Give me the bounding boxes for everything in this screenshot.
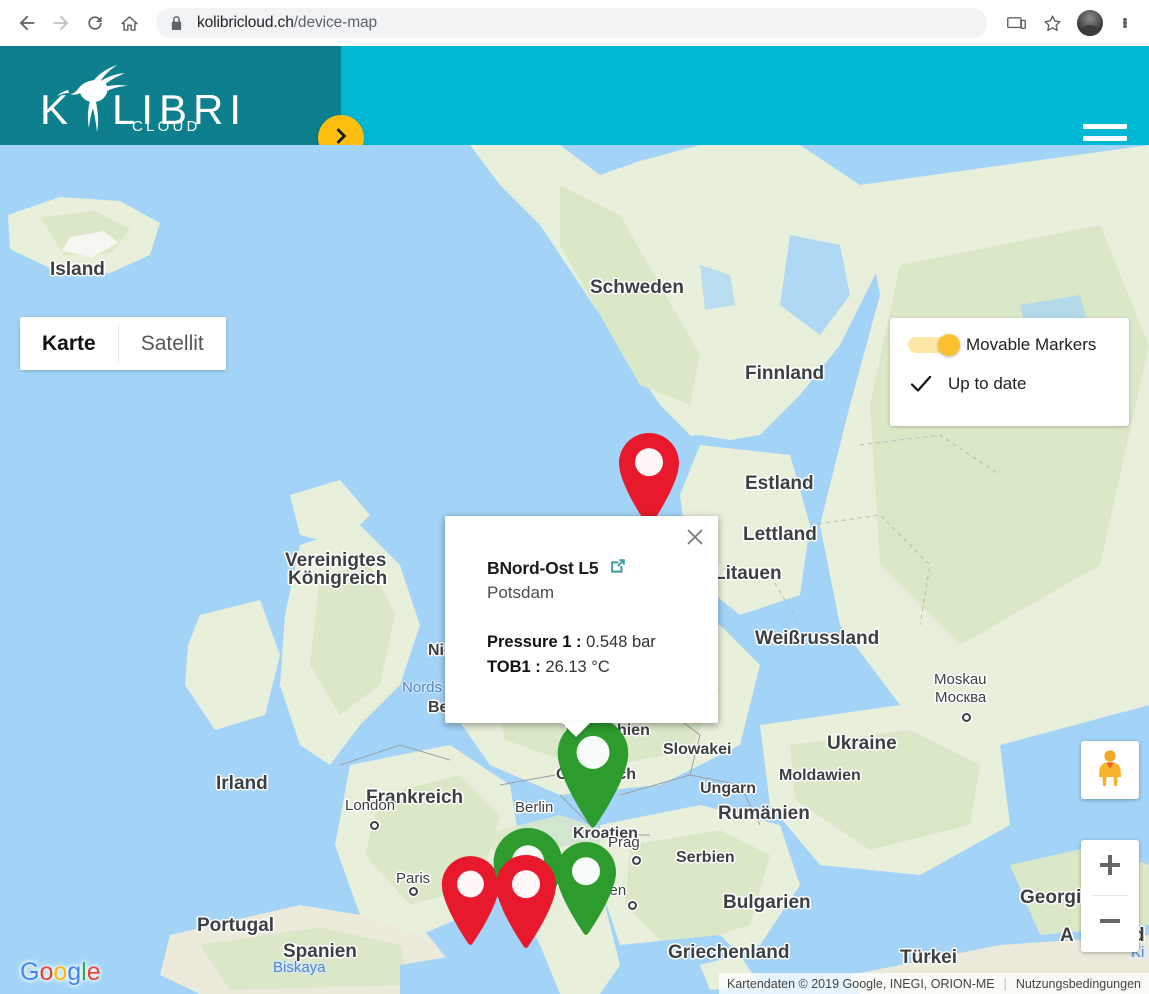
url-text: kolibricloud.ch/device-map — [197, 14, 377, 32]
back-arrow-icon — [16, 12, 38, 34]
device-readings: Pressure 1 : 0.548 bar TOB1 : 26.13 °C — [487, 630, 718, 680]
chevron-right-icon — [331, 126, 351, 146]
street-view-control[interactable] — [1081, 741, 1139, 799]
device-name: BNord-Ost L5 — [487, 558, 599, 578]
cast-icon — [1006, 13, 1027, 34]
browser-menu-button[interactable] — [1111, 7, 1139, 39]
toggle-knob — [938, 334, 960, 356]
attribution-separator: | — [1003, 976, 1007, 991]
marker-info-window: BNord-Ost L5 Potsdam Pressure 1 : 0.548 … — [445, 516, 718, 737]
plus-icon — [1098, 853, 1122, 882]
browser-toolbar: kolibricloud.ch/device-map — [0, 0, 1149, 46]
info-window-close-button[interactable] — [682, 526, 708, 552]
kolibri-logo[interactable]: K LIBRI CLOUD — [28, 56, 238, 140]
reload-icon — [85, 13, 105, 33]
back-button[interactable] — [10, 6, 44, 40]
zoom-control[interactable] — [1081, 840, 1139, 952]
device-location: Potsdam — [487, 583, 555, 602]
reading-label: Pressure 1 : — [487, 633, 582, 651]
app-header: K LIBRI CLOUD — [0, 46, 1149, 145]
url-path: /device-map — [293, 14, 378, 31]
lock-icon — [170, 15, 183, 31]
movable-markers-row[interactable]: Movable Markers — [908, 334, 1115, 356]
star-icon — [1042, 13, 1063, 34]
reload-button[interactable] — [78, 6, 112, 40]
bookmark-button[interactable] — [1035, 6, 1069, 40]
close-icon — [687, 529, 703, 550]
toolbar-actions — [999, 6, 1139, 40]
reading-value: 26.13 °C — [545, 658, 610, 677]
movable-markers-toggle[interactable] — [908, 334, 960, 356]
home-button[interactable] — [112, 6, 146, 40]
svg-text:Google: Google — [20, 958, 101, 986]
home-icon — [119, 13, 140, 34]
reading-label: TOB1 : — [487, 658, 541, 677]
terms-of-use-link[interactable]: Nutzungsbedingungen — [1016, 977, 1141, 991]
google-logo: Google — [20, 958, 102, 986]
svg-text:K: K — [40, 86, 74, 133]
zoom-in-button[interactable] — [1081, 840, 1139, 895]
logo-cloud-text: CLOUD — [132, 118, 201, 135]
minus-icon — [1098, 909, 1122, 938]
cast-button[interactable] — [999, 6, 1033, 40]
main-menu-button[interactable] — [1083, 120, 1127, 145]
street-view-pegman-icon — [1094, 749, 1126, 792]
info-window-pointer — [561, 722, 591, 737]
markers-settings-panel: Movable Markers Up to date — [890, 318, 1129, 426]
reading-row: TOB1 : 26.13 °C — [487, 655, 718, 680]
map-type-satellit[interactable]: Satellit — [119, 317, 226, 370]
movable-markers-label: Movable Markers — [966, 335, 1097, 354]
map-container[interactable]: .land{fill:#e8f0dc;} .land2{fill:#dbe8c8… — [0, 145, 1149, 994]
address-bar[interactable]: kolibricloud.ch/device-map — [156, 8, 987, 38]
reading-value: 0.548 bar — [586, 633, 656, 651]
forward-arrow-icon — [50, 12, 72, 34]
sync-status-row: Up to date — [908, 374, 1115, 394]
reading-row: Pressure 1 : 0.548 bar — [487, 630, 718, 655]
url-domain: kolibricloud.ch — [197, 14, 294, 31]
external-link-icon — [610, 558, 626, 579]
forward-button[interactable] — [44, 6, 78, 40]
map-type-karte[interactable]: Karte — [20, 317, 118, 370]
map-attribution: Kartendaten © 2019 Google, INEGI, ORION-… — [718, 973, 1149, 994]
three-dot-menu-icon — [1123, 17, 1127, 29]
profile-avatar[interactable] — [1077, 10, 1103, 36]
external-link-button[interactable] — [610, 558, 626, 579]
zoom-out-button[interactable] — [1081, 896, 1139, 951]
info-window-body: BNord-Ost L5 Potsdam Pressure 1 : 0.548 … — [445, 516, 718, 680]
sync-status-label: Up to date — [948, 374, 1027, 393]
info-window-title-row: BNord-Ost L5 — [487, 558, 718, 579]
map-type-control[interactable]: Karte Satellit — [20, 317, 226, 370]
checkmark-icon — [908, 375, 934, 393]
map-data-credit: Kartendaten © 2019 Google, INEGI, ORION-… — [726, 976, 995, 991]
